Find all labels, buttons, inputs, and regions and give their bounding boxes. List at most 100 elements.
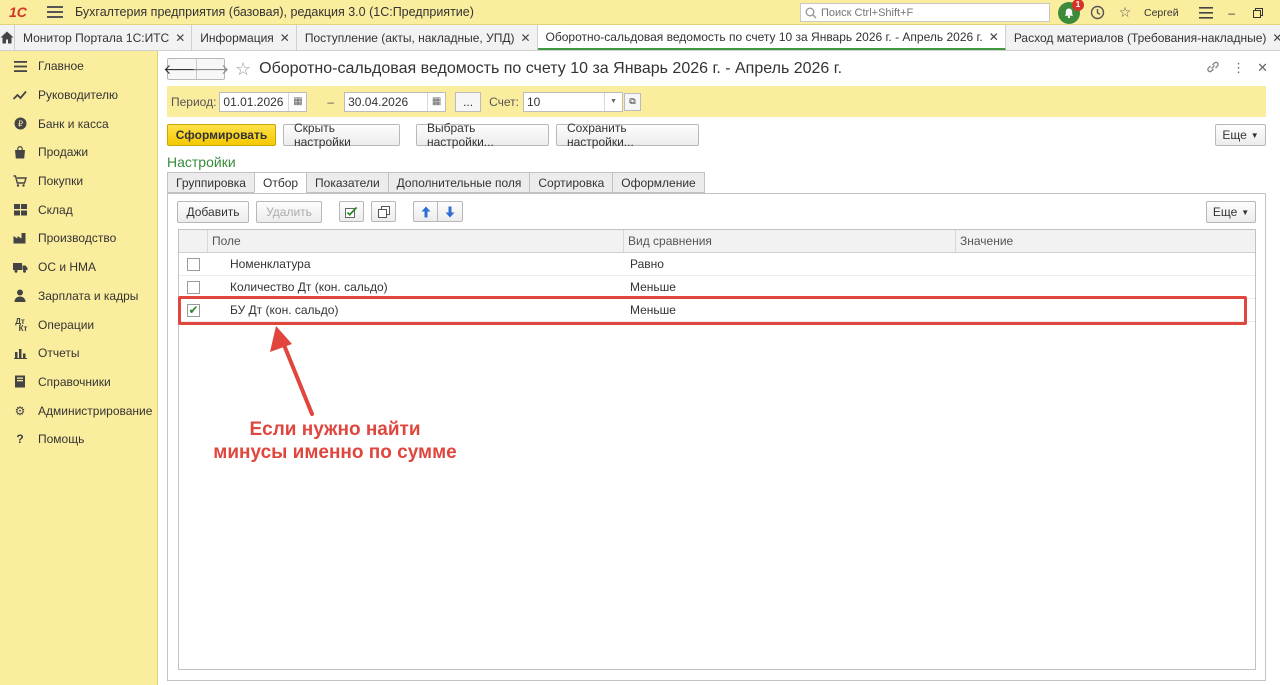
sidebar-item-administration[interactable]: ⚙ Администрирование — [0, 396, 157, 425]
annotation-text: Если нужно найти минусы именно по сумме — [213, 419, 457, 463]
column-comparison[interactable]: Вид сравнения — [624, 230, 956, 252]
forward-arrow-icon[interactable]: 🡒 — [192, 59, 229, 79]
sidebar-item-main[interactable]: Главное — [0, 52, 157, 81]
search-input[interactable] — [821, 6, 1031, 19]
sidebar-item-reports[interactable]: Отчеты — [0, 339, 157, 368]
filter-more-button[interactable]: Еще ▼ — [1206, 201, 1256, 223]
trend-icon — [12, 87, 28, 103]
more-vertical-icon[interactable]: ⋮ — [1232, 60, 1245, 77]
calendar-icon[interactable]: ▦ — [288, 92, 306, 111]
row-field: БУ Дт (кон. сальдо) — [230, 303, 339, 317]
global-search[interactable] — [800, 3, 1050, 22]
factory-icon — [12, 230, 28, 246]
dropdown-arrow-icon[interactable]: ▼ — [604, 92, 622, 111]
row-checkbox[interactable] — [187, 280, 200, 294]
tab-additional-fields[interactable]: Дополнительные поля — [387, 172, 530, 193]
settings-menu-icon[interactable] — [1193, 2, 1219, 24]
table-row[interactable]: Номенклатура Равно — [179, 253, 1255, 276]
sidebar-item-warehouse[interactable]: Склад — [0, 195, 157, 224]
choose-settings-button[interactable]: Выбрать настройки... — [416, 121, 549, 149]
close-form-icon[interactable]: ✕ — [1257, 60, 1268, 77]
annotation-arrow-icon — [270, 326, 314, 416]
check-all-icon[interactable] — [339, 201, 364, 222]
sidebar-item-bank[interactable]: ₽ Банк и касса — [0, 109, 157, 138]
tab-information[interactable]: Информация ✕ — [192, 25, 297, 50]
gear-icon: ⚙ — [14, 403, 26, 418]
open-account-icon[interactable]: ⧉ — [624, 92, 641, 111]
cart-icon — [12, 173, 28, 189]
add-button[interactable]: Добавить — [177, 200, 249, 223]
tab-materials-consumption[interactable]: Расход материалов (Требования-накладные)… — [1006, 25, 1280, 50]
tab-balance-sheet[interactable]: Оборотно-сальдовая ведомость по счету 10… — [537, 25, 1006, 50]
book-icon — [12, 374, 28, 390]
bar-chart-icon — [12, 345, 28, 361]
truck-icon — [12, 259, 28, 275]
sidebar-item-sales[interactable]: Продажи — [0, 138, 157, 167]
close-tab-icon[interactable]: ✕ — [520, 31, 530, 45]
tab-portal-monitor[interactable]: Монитор Портала 1С:ИТС ✕ — [15, 25, 193, 50]
sidebar-item-help[interactable]: ? Помощь — [0, 425, 157, 454]
table-row[interactable]: Количество Дт (кон. сальдо) Меньше — [179, 276, 1255, 299]
user-name[interactable]: Сергей — [1144, 7, 1179, 19]
row-comparison[interactable]: Равно — [624, 257, 956, 271]
history-icon[interactable] — [1086, 2, 1108, 24]
row-checkbox-checked[interactable]: ✔ — [187, 303, 200, 317]
minimize-icon[interactable]: – — [1219, 2, 1245, 24]
tab-sorting[interactable]: Сортировка — [529, 172, 613, 193]
column-value[interactable]: Значение — [956, 230, 1013, 252]
copy-icon[interactable] — [371, 201, 396, 222]
sidebar-item-payroll[interactable]: Зарплата и кадры — [0, 282, 157, 311]
tab-grouping[interactable]: Группировка — [167, 172, 254, 193]
delete-button[interactable]: Удалить — [256, 200, 322, 223]
row-comparison[interactable]: Меньше — [624, 280, 956, 294]
sidebar-item-operations[interactable]: Дт Кт Операции — [0, 310, 157, 339]
sidebar-item-fixed-assets[interactable]: ОС и НМА — [0, 253, 157, 282]
notifications-bell-icon[interactable]: 1 — [1058, 0, 1084, 24]
calendar-icon[interactable]: ▦ — [427, 92, 445, 111]
favorites-star-icon[interactable]: ☆ — [1114, 2, 1136, 24]
tab-indicators[interactable]: Показатели — [306, 172, 388, 193]
close-tab-icon[interactable]: ✕ — [1272, 31, 1280, 45]
date-separator: – — [327, 94, 335, 109]
link-icon[interactable] — [1206, 60, 1220, 77]
move-up-arrow-icon[interactable] — [413, 201, 438, 222]
save-settings-button[interactable]: Сохранить настройки... — [556, 121, 699, 149]
dt-kt-icon: Дт Кт — [15, 316, 28, 333]
settings-tabs: Группировка Отбор Показатели Дополнитель… — [167, 172, 705, 193]
close-tab-icon[interactable]: ✕ — [175, 31, 185, 45]
restore-icon[interactable] — [1245, 2, 1271, 24]
close-tab-icon[interactable]: ✕ — [989, 30, 999, 44]
more-button[interactable]: Еще ▼ — [1215, 124, 1266, 146]
close-window-icon[interactable]: ✕ — [1271, 2, 1280, 24]
hide-settings-button[interactable]: Скрыть настройки — [283, 121, 400, 149]
menu-icon — [12, 58, 28, 74]
account-field[interactable]: 10 ▼ — [523, 91, 623, 112]
date-to-field[interactable]: 30.04.2026 ▦ — [344, 91, 447, 112]
sidebar-item-manager[interactable]: Руководителю — [0, 81, 157, 110]
chevron-down-icon: ▼ — [1241, 207, 1250, 217]
home-icon[interactable] — [0, 25, 15, 50]
command-bar: Сформировать Скрыть настройки Выбрать на… — [167, 121, 1266, 149]
period-bar: Период: 01.01.2026 ▦ – 30.04.2026 ▦ ... … — [167, 86, 1266, 117]
tab-receipts[interactable]: Поступление (акты, накладные, УПД) ✕ — [297, 25, 538, 50]
tab-appearance[interactable]: Оформление — [612, 172, 705, 193]
close-tab-icon[interactable]: ✕ — [280, 31, 290, 45]
period-select-button[interactable]: ... — [455, 91, 482, 112]
table-row[interactable]: ✔ БУ Дт (кон. сальдо) Меньше — [179, 299, 1255, 322]
date-from-field[interactable]: 01.01.2026 ▦ — [219, 91, 308, 112]
sidebar-item-production[interactable]: Производство — [0, 224, 157, 253]
row-comparison[interactable]: Меньше — [624, 303, 956, 317]
favorite-star-icon[interactable]: ☆ — [235, 59, 251, 80]
row-checkbox[interactable] — [187, 257, 200, 271]
warehouse-icon — [12, 202, 28, 218]
move-down-arrow-icon[interactable] — [438, 201, 463, 222]
column-field[interactable]: Поле — [208, 230, 624, 252]
tab-filter[interactable]: Отбор — [253, 172, 307, 193]
coin-icon: ₽ — [12, 116, 28, 132]
page-title: Оборотно-сальдовая ведомость по счету 10… — [259, 60, 843, 77]
main-menu-icon[interactable] — [47, 6, 63, 18]
notifications-badge: 1 — [1072, 0, 1084, 11]
generate-button[interactable]: Сформировать — [167, 124, 276, 146]
sidebar-item-catalogs[interactable]: Справочники — [0, 368, 157, 397]
sidebar-item-purchases[interactable]: Покупки — [0, 167, 157, 196]
